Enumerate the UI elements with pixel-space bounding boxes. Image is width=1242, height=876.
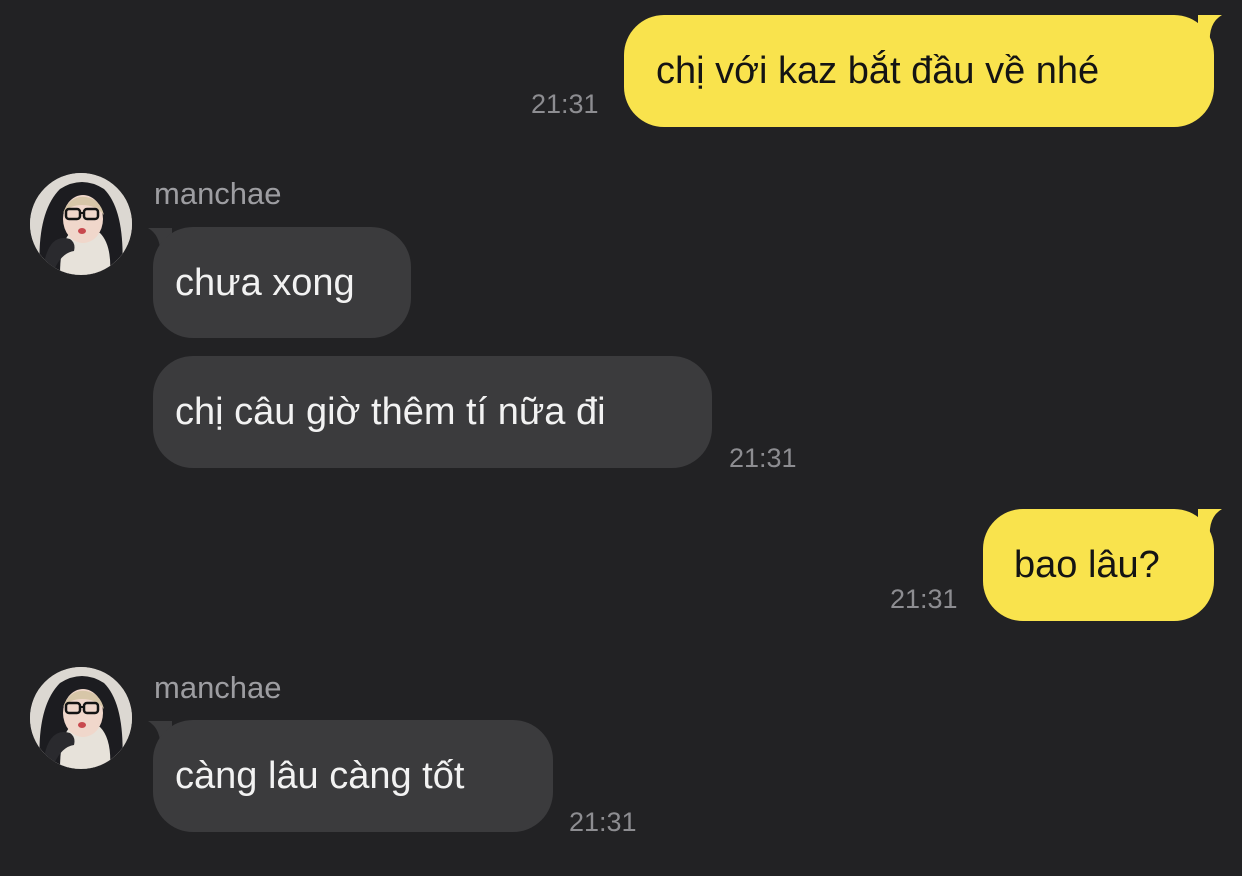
contact-avatar[interactable] <box>30 173 132 275</box>
message-text: chị câu giờ thêm tí nữa đi <box>175 391 606 433</box>
message-text: càng lâu càng tốt <box>175 755 465 797</box>
incoming-message-bubble[interactable]: càng lâu càng tốt <box>153 720 553 832</box>
bubble-tail-icon <box>1198 509 1222 539</box>
message-timestamp: 21:31 <box>890 584 958 614</box>
incoming-message-bubble[interactable]: chị câu giờ thêm tí nữa đi <box>153 356 712 468</box>
avatar-photo-icon <box>30 667 132 769</box>
sender-name: manchae <box>154 670 282 705</box>
message-text: chị với kaz bắt đầu về nhé <box>656 50 1100 92</box>
contact-avatar[interactable] <box>30 667 132 769</box>
incoming-message-bubble[interactable]: chưa xong <box>153 227 411 338</box>
outgoing-message-bubble[interactable]: chị với kaz bắt đầu về nhé <box>624 15 1214 127</box>
bubble-tail-icon <box>1198 15 1222 45</box>
message-timestamp: 21:31 <box>531 89 599 119</box>
sender-name: manchae <box>154 176 282 211</box>
outgoing-message-bubble[interactable]: bao lâu? <box>983 509 1214 621</box>
message-timestamp: 21:31 <box>569 807 637 837</box>
message-text: bao lâu? <box>1014 544 1160 586</box>
message-text: chưa xong <box>175 261 355 304</box>
avatar-photo-icon <box>30 173 132 275</box>
message-timestamp: 21:31 <box>729 443 797 473</box>
